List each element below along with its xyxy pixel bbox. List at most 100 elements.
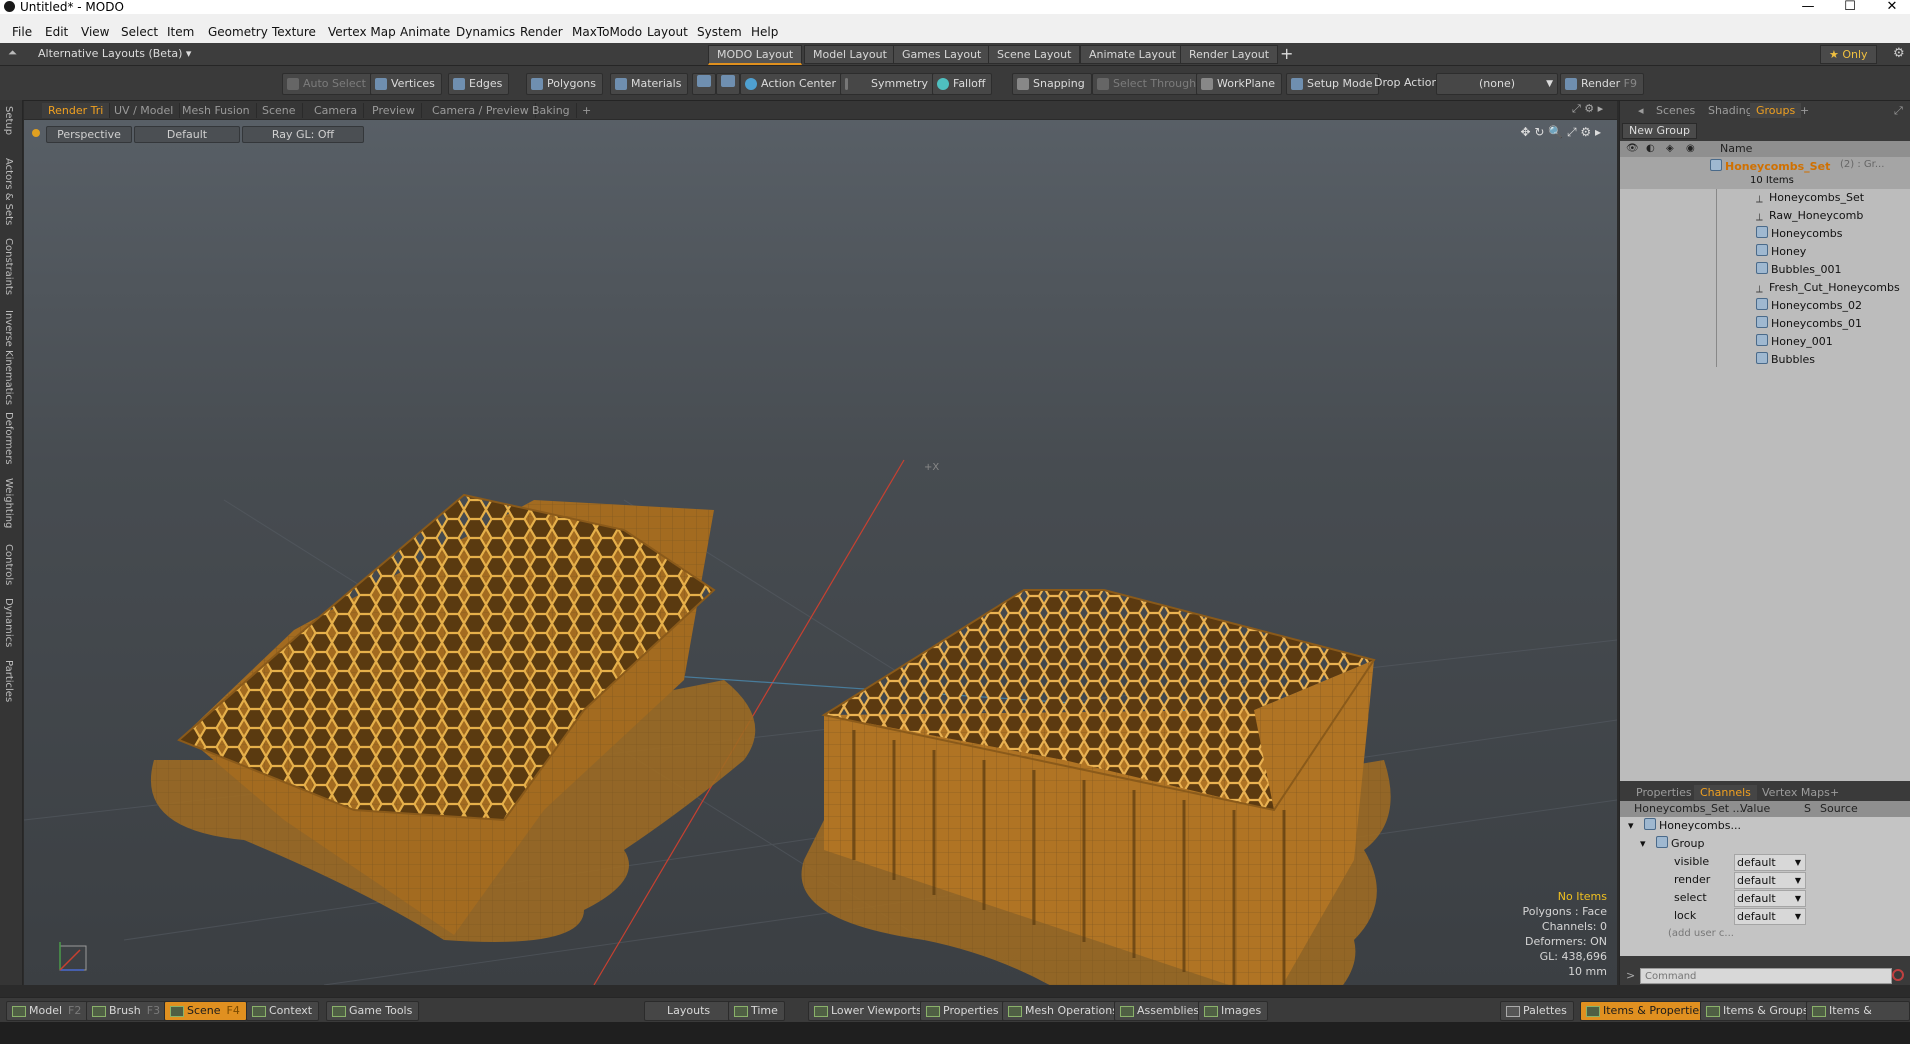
- list-item[interactable]: ⟂ Raw_Honeycomb: [1620, 207, 1910, 225]
- list-item[interactable]: Honey_001: [1620, 333, 1910, 351]
- polygons-button[interactable]: Polygons: [526, 73, 603, 95]
- close-button[interactable]: ✕: [1872, 0, 1910, 14]
- channel-root-row[interactable]: ▾ Honeycombs...: [1620, 817, 1910, 835]
- vertices-button[interactable]: Vertices: [370, 73, 442, 95]
- images-button[interactable]: Images: [1198, 1001, 1269, 1021]
- render-column-icon[interactable]: ◐: [1646, 141, 1655, 157]
- list-item[interactable]: Honey: [1620, 243, 1910, 261]
- menu-geometry[interactable]: Geometry: [208, 22, 268, 43]
- vtab-dynamics[interactable]: Dynamics: [3, 598, 14, 647]
- command-input[interactable]: [1640, 968, 1892, 984]
- scene-button[interactable]: Scene F4: [164, 1001, 247, 1021]
- add-tab-button[interactable]: +: [576, 103, 597, 118]
- items-groups-button[interactable]: Items & Groups: [1700, 1001, 1816, 1021]
- action-center-button[interactable]: Action Center: [740, 73, 843, 95]
- record-icon[interactable]: [1892, 969, 1904, 981]
- vtab-inverse-kinematics[interactable]: Inverse Kinematics: [3, 310, 14, 405]
- menu-system[interactable]: System: [697, 22, 742, 43]
- menu-file[interactable]: File: [12, 22, 32, 43]
- list-item[interactable]: Bubbles: [1620, 351, 1910, 369]
- tab-scene[interactable]: Scene: [256, 103, 303, 118]
- tab-animate-layout[interactable]: Animate Layout: [1080, 45, 1185, 64]
- vtab-deformers[interactable]: Deformers: [3, 412, 14, 465]
- tab-mesh-fusion[interactable]: Mesh Fusion: [176, 103, 257, 118]
- properties-button[interactable]: Properties: [920, 1001, 1006, 1021]
- layouts-button[interactable]: Layouts: [644, 1001, 734, 1021]
- setup-mode-button[interactable]: Setup Mode: [1286, 73, 1380, 95]
- tab-modo-layout[interactable]: MODO Layout: [708, 45, 803, 65]
- menu-view[interactable]: View: [81, 22, 109, 43]
- panel-collapse-icon[interactable]: ◂: [1632, 103, 1650, 118]
- channel-row[interactable]: visible default ▼: [1620, 853, 1910, 871]
- render-button[interactable]: Render F9: [1560, 73, 1644, 95]
- channel-row[interactable]: lock default ▼: [1620, 907, 1910, 925]
- list-item[interactable]: Bubbles_001: [1620, 261, 1910, 279]
- tab-channels[interactable]: Channels: [1694, 785, 1757, 800]
- workplane-button[interactable]: WorkPlane: [1196, 73, 1283, 95]
- vtab-constraints[interactable]: Constraints: [3, 238, 14, 295]
- tab-render-tri[interactable]: Render Tri: [42, 103, 111, 118]
- minimize-button[interactable]: —: [1788, 0, 1828, 14]
- tab-properties[interactable]: Properties: [1630, 785, 1698, 800]
- maximize-button[interactable]: ☐: [1830, 0, 1870, 14]
- 3d-viewport[interactable]: Perspective Default Ray GL: Off ✥ ↻ 🔍 ⤢ …: [24, 120, 1617, 985]
- list-item[interactable]: Honeycombs_01: [1620, 315, 1910, 333]
- add-user-channel-row[interactable]: (add user c...: [1620, 925, 1910, 943]
- time-button[interactable]: Time: [728, 1001, 785, 1021]
- falloff-button[interactable]: Falloff: [932, 73, 993, 95]
- channel-value-select[interactable]: default ▼: [1734, 854, 1806, 871]
- lock-column-icon[interactable]: ◈: [1666, 141, 1674, 157]
- tab-games-layout[interactable]: Games Layout: [893, 45, 991, 64]
- list-item[interactable]: ⟂ Honeycombs_Set: [1620, 189, 1910, 207]
- tab-camera[interactable]: Camera: [308, 103, 365, 118]
- list-item[interactable]: ⟂ Fresh_Cut_Honeycombs: [1620, 279, 1910, 297]
- menu-animate[interactable]: Animate: [400, 22, 450, 43]
- list-item[interactable]: Honeycombs_02: [1620, 297, 1910, 315]
- menu-layout[interactable]: Layout: [647, 22, 688, 43]
- channel-row[interactable]: render default ▼: [1620, 871, 1910, 889]
- channel-value-select[interactable]: default ▼: [1734, 872, 1806, 889]
- menu-dynamics[interactable]: Dynamics: [456, 22, 515, 43]
- channel-value-select[interactable]: default ▼: [1734, 890, 1806, 907]
- vtab-actors-sets[interactable]: Actors & Sets: [3, 158, 14, 225]
- materials-button[interactable]: Materials: [610, 73, 689, 95]
- channel-value-select[interactable]: default ▼: [1734, 908, 1806, 925]
- channel-row[interactable]: select default ▼: [1620, 889, 1910, 907]
- brush-button[interactable]: Brush F3: [86, 1001, 168, 1021]
- game-tools-button[interactable]: Game Tools: [326, 1001, 420, 1021]
- select-column-icon[interactable]: ◉: [1686, 141, 1695, 157]
- menu-item[interactable]: Item: [167, 22, 194, 43]
- item-mode-button[interactable]: [692, 73, 716, 95]
- only-button[interactable]: ★ Only: [1820, 45, 1877, 64]
- tab-model-layout[interactable]: Model Layout: [804, 45, 896, 64]
- drop-action-select[interactable]: (none) ▼: [1436, 73, 1558, 95]
- gear-icon[interactable]: ⚙: [1893, 46, 1905, 61]
- palettes-button[interactable]: Palettes: [1500, 1001, 1574, 1021]
- snapping-button[interactable]: Snapping: [1012, 73, 1092, 95]
- list-item[interactable]: Honeycombs: [1620, 225, 1910, 243]
- pivot-mode-button[interactable]: [716, 73, 740, 95]
- menu-render[interactable]: Render: [520, 22, 563, 43]
- edges-button[interactable]: Edges: [448, 73, 510, 95]
- tab-camera-preview[interactable]: Camera / Preview: [426, 103, 536, 118]
- collapse-icon[interactable]: ⏶: [8, 46, 17, 60]
- context-button[interactable]: Context: [246, 1001, 320, 1021]
- vtab-particles[interactable]: Particles: [3, 660, 14, 702]
- tab-render-layout[interactable]: Render Layout: [1180, 45, 1279, 64]
- tab-baking[interactable]: Baking: [526, 103, 577, 118]
- visibility-column-icon[interactable]: 👁: [1626, 141, 1639, 157]
- new-group-button[interactable]: New Group: [1622, 123, 1697, 139]
- auto-select-button[interactable]: Auto Select: [282, 73, 373, 95]
- symmetry-button[interactable]: Symmetry: [840, 73, 936, 95]
- vtab-controls[interactable]: Controls: [3, 544, 14, 585]
- mesh-operations-button[interactable]: Mesh Operations: [1002, 1001, 1125, 1021]
- tab-scenes[interactable]: Scenes: [1650, 103, 1701, 118]
- items-properties-button[interactable]: Items & Properties: [1580, 1001, 1712, 1021]
- add-channel-tab[interactable]: +: [1824, 785, 1845, 800]
- viewport-options-icon[interactable]: ⤢ ⚙ ▸: [1572, 102, 1603, 116]
- menu-help[interactable]: Help: [751, 22, 778, 43]
- menu-maxtomodo[interactable]: MaxToModo: [572, 22, 642, 43]
- menu-select[interactable]: Select: [121, 22, 158, 43]
- alternative-layouts-dropdown[interactable]: Alternative Layouts (Beta) ▾: [38, 47, 191, 60]
- add-panel-tab[interactable]: +: [1794, 103, 1815, 118]
